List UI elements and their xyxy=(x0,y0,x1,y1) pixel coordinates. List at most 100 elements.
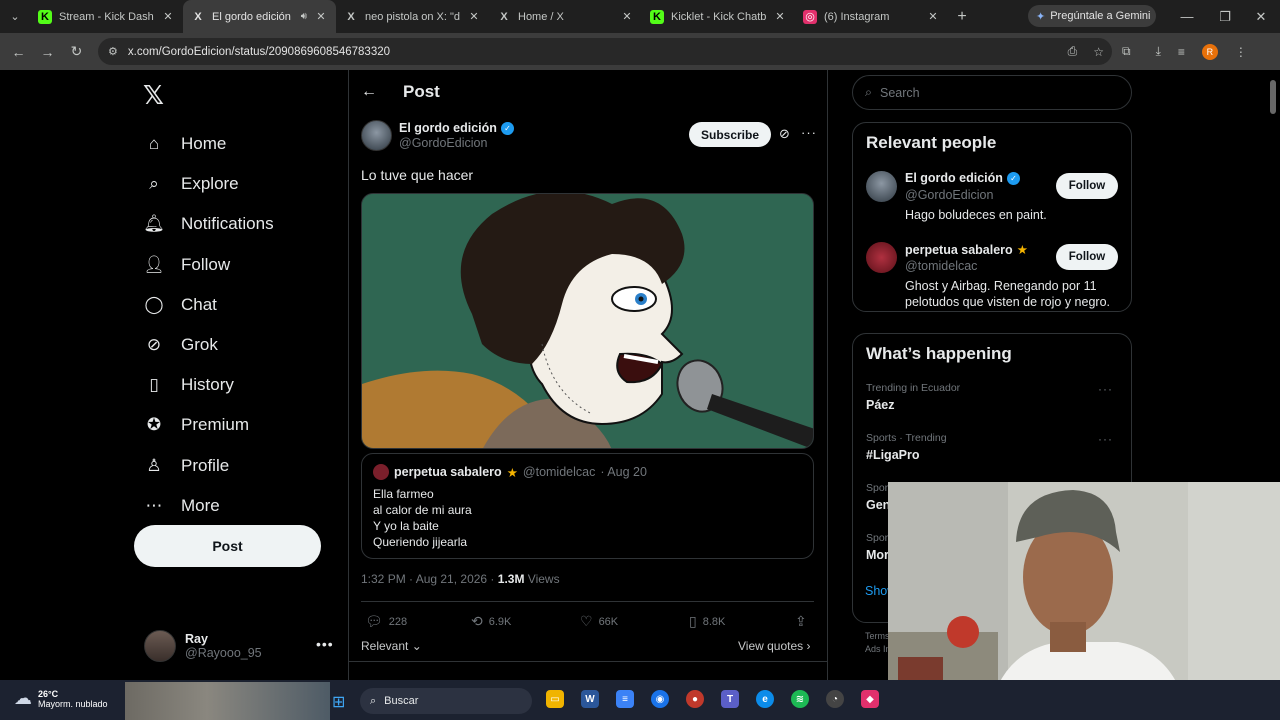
kicklet-favicon-icon: K xyxy=(650,9,664,24)
site-settings-icon[interactable]: ⚙ xyxy=(108,45,118,58)
minimize-icon[interactable]: — xyxy=(1168,0,1206,33)
reply-button[interactable]: 💬︎ 228 xyxy=(365,613,407,630)
close-tab-icon[interactable]: ✕ xyxy=(620,10,634,23)
close-tab-icon[interactable]: ✕ xyxy=(467,10,481,23)
view-quotes-link[interactable]: View quotes › xyxy=(738,639,811,653)
tab-search-chevron-icon[interactable]: ⌄ xyxy=(0,0,30,33)
nav-item-follow[interactable]: 👤︎ Follow xyxy=(143,245,274,285)
tab-instagram[interactable]: ◎ (6) Instagram ✕ xyxy=(795,0,948,33)
nav-item-more[interactable]: ⋯ More xyxy=(144,486,274,526)
weather-widget[interactable]: ☁ 26°C Mayorm. nublado xyxy=(14,688,108,709)
post-timestamp[interactable]: 1:32 PM · Aug 21, 2026 · xyxy=(361,572,498,586)
repost-count: 6.9K xyxy=(488,615,512,628)
back-arrow-icon[interactable]: ← xyxy=(4,44,33,60)
reload-icon[interactable]: ↻ xyxy=(62,43,91,60)
notepad-icon[interactable]: ≡ xyxy=(616,690,634,708)
search-input[interactable]: ⌕ Search xyxy=(852,75,1132,110)
obs-icon[interactable]: ◔ xyxy=(826,690,844,708)
downloads-icon[interactable]: ⤓ xyxy=(1156,44,1161,59)
share-icon: ⇪ xyxy=(795,613,807,629)
post-image[interactable] xyxy=(361,193,814,449)
taskbar-search[interactable]: ⌕ Buscar xyxy=(360,688,532,714)
page-scrollbar[interactable] xyxy=(1270,80,1276,114)
word-icon[interactable]: W xyxy=(581,690,599,708)
audio-playing-icon[interactable]: 🔊︎ xyxy=(301,11,307,22)
ask-gemini-button[interactable]: ✦ Pregúntale a Gemini xyxy=(1028,5,1156,27)
new-tab-icon[interactable]: + xyxy=(948,8,976,26)
primary-nav: ⌂ Home ⌕ Explore 🔔︎ Notifications 👤︎ Follow ◯ Cha… xyxy=(143,124,274,526)
close-tab-icon[interactable]: ✕ xyxy=(773,10,787,23)
trend-item[interactable]: Trending in Ecuador Páez ··· xyxy=(866,382,1121,412)
bookmark-star-icon[interactable]: ☆ xyxy=(1093,45,1104,59)
grok-explain-icon[interactable]: ⊘ xyxy=(779,126,790,142)
nav-item-premium[interactable]: ✪ Premium xyxy=(144,405,274,445)
trend-more-icon[interactable]: ··· xyxy=(1098,382,1113,396)
tab-neo-pistola[interactable]: X neo pistola on X: "dios ✕ xyxy=(336,0,489,33)
chrome-icon[interactable]: ◉ xyxy=(651,690,669,708)
post-text: Lo tuve que hacer xyxy=(361,167,474,183)
bookmark-icon: ▯ xyxy=(149,375,159,395)
page-title: Post xyxy=(403,82,440,101)
forward-arrow-icon[interactable]: → xyxy=(33,44,62,60)
ads-info-link[interactable]: Ads In xyxy=(865,643,891,656)
taskbar-search-placeholder: Buscar xyxy=(384,695,419,707)
like-button[interactable]: ♡ 66K xyxy=(580,613,618,630)
restore-icon[interactable]: ❐ xyxy=(1206,0,1244,33)
toolbar-icons: ⧉ ⤓ ≡ R ⋮ xyxy=(1122,33,1247,70)
terms-link[interactable]: Terms xyxy=(865,630,891,643)
tab-kick-dashboard[interactable]: K Stream - Kick Dashboard ✕ xyxy=(30,0,183,33)
nav-item-chat[interactable]: ◯ Chat xyxy=(144,285,274,325)
media-controls-icon[interactable]: ≡ xyxy=(1178,45,1185,59)
close-tab-icon[interactable]: ✕ xyxy=(926,10,940,23)
nav-item-home[interactable]: ⌂ Home xyxy=(144,124,274,164)
post-button[interactable]: Post xyxy=(134,525,321,567)
trend-item[interactable]: Sports · Trending #LigaPro ··· xyxy=(866,432,1121,462)
verified-badge-icon: ✓ xyxy=(1006,171,1020,185)
edge-icon[interactable]: e xyxy=(756,690,774,708)
app-red-icon[interactable]: ● xyxy=(686,690,704,708)
profile-avatar-icon[interactable]: R xyxy=(1201,43,1218,60)
nav-item-grok[interactable]: ⊘ Grok xyxy=(144,325,274,365)
more-options-icon[interactable]: ··· xyxy=(801,125,817,140)
sort-replies-dropdown[interactable]: Relevant ⌄ xyxy=(361,639,422,653)
quoted-post[interactable]: perpetua sabalero ★ @tomidelcac · Aug 20… xyxy=(361,453,814,559)
trend-more-icon[interactable]: ··· xyxy=(1098,432,1113,446)
post-author[interactable]: El gordo edición ✓ @GordoEdicion xyxy=(361,120,514,151)
repost-button[interactable]: ⟲ 6.9K xyxy=(471,613,511,630)
windows-start-icon[interactable]: ⊞ xyxy=(332,692,345,712)
person-name: perpetua sabalero xyxy=(905,242,1013,257)
tab-home-x[interactable]: X Home / X ✕ xyxy=(489,0,642,33)
grok-icon: ⊘ xyxy=(146,335,162,355)
nav-item-history[interactable]: ▯ History xyxy=(144,365,274,405)
file-explorer-icon[interactable]: ▭ xyxy=(546,690,564,708)
install-app-icon[interactable]: ⎙ xyxy=(1068,44,1078,59)
extensions-icon[interactable]: ⧉ xyxy=(1122,44,1131,59)
nav-item-explore[interactable]: ⌕ Explore xyxy=(144,164,274,204)
bookmark-button[interactable]: ▯ 8.8K xyxy=(689,613,725,630)
tab-kicklet[interactable]: K Kicklet - Kick Chatbot ✕ xyxy=(642,0,795,33)
subscribe-button[interactable]: Subscribe xyxy=(689,122,771,147)
share-button[interactable]: ⇪ xyxy=(795,613,807,630)
close-tab-icon[interactable]: ✕ xyxy=(161,10,175,23)
close-tab-icon[interactable]: ✕ xyxy=(314,10,328,23)
nav-item-notifications[interactable]: 🔔︎ Notifications xyxy=(143,204,273,244)
close-window-icon[interactable]: ✕ xyxy=(1242,0,1280,33)
account-more-icon[interactable]: ••• xyxy=(316,636,334,652)
follow-button[interactable]: Follow xyxy=(1056,173,1118,199)
nav-item-profile[interactable]: ♙ Profile xyxy=(144,446,274,486)
x-logo-icon[interactable]: 𝕏 xyxy=(143,80,164,111)
spotify-icon[interactable]: ≋ xyxy=(791,690,809,708)
app-pink-icon[interactable]: ◆ xyxy=(861,690,879,708)
account-switcher[interactable]: Ray @Rayooo_95 xyxy=(144,630,262,662)
premium-icon: ✪ xyxy=(146,415,162,435)
back-arrow-icon[interactable]: ← xyxy=(361,83,377,101)
address-bar[interactable]: ⚙ x.com/GordoEdicion/status/209086960854… xyxy=(98,38,1112,65)
chrome-menu-icon[interactable]: ⋮ xyxy=(1235,45,1247,59)
nav-label: Grok xyxy=(181,335,218,355)
trend-name: #LigaPro xyxy=(866,448,920,462)
search-placeholder: Search xyxy=(880,85,920,100)
teams-icon[interactable]: T xyxy=(721,690,739,708)
tab-el-gordo-edicion[interactable]: X El gordo edición on X 🔊︎ ✕ xyxy=(183,0,336,33)
x-favicon-icon: X xyxy=(194,10,202,23)
follow-button[interactable]: Follow xyxy=(1056,244,1118,270)
